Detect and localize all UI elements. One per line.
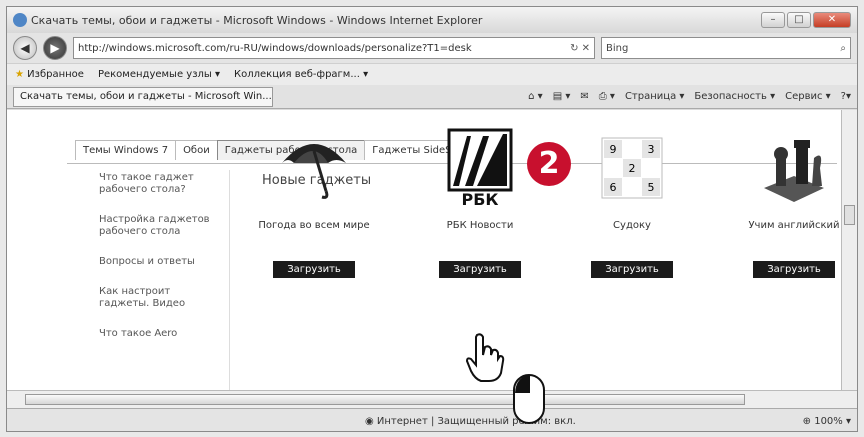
tab-bar: Скачать темы, обои и гаджеты - Microsoft… (7, 85, 857, 109)
vertical-scrollbar[interactable] (841, 110, 857, 390)
gadget-name: Учим английский (748, 220, 840, 231)
address-toolbar: ◀ ▶ http://windows.microsoft.com/ru-RU/w… (7, 33, 857, 63)
minimize-button[interactable]: – (761, 12, 785, 28)
download-button-english[interactable]: Загрузить (753, 261, 835, 278)
address-text: http://windows.microsoft.com/ru-RU/windo… (78, 42, 472, 54)
help-icon[interactable]: ?▾ (841, 91, 851, 102)
page-menu[interactable]: Страница ▾ (625, 91, 684, 102)
mail-icon[interactable]: ✉ (580, 91, 588, 102)
refresh-icon[interactable]: ↻ ✕ (564, 43, 590, 54)
suggested-sites-link[interactable]: Рекомендуемые узлы ▾ (98, 69, 220, 80)
sudoku-icon: 9 3 2 6 5 (557, 125, 707, 210)
forward-button[interactable]: ▶ (43, 36, 67, 60)
web-slice-gallery-link[interactable]: Коллекция веб-фрагм... ▾ (234, 69, 368, 80)
command-bar: ⌂ ▾ ▤ ▾ ✉ ⎙ ▾ Страница ▾ Безопасность ▾ … (528, 91, 851, 102)
star-icon: ★ (15, 69, 24, 80)
search-provider-text: Bing (606, 42, 629, 54)
side-nav-link-faq[interactable]: Вопросы и ответы (99, 256, 219, 268)
sudoku-digit: 9 (610, 143, 617, 156)
side-nav-link-what-is-gadget[interactable]: Что такое гаджет рабочего стола? (99, 172, 219, 196)
sudoku-digit: 6 (610, 181, 617, 194)
sudoku-digit: 2 (629, 162, 636, 175)
download-button-rbc[interactable]: Загрузить (439, 261, 521, 278)
chess-pieces-icon (719, 125, 857, 210)
gadget-name: Судоку (613, 220, 651, 231)
safety-menu[interactable]: Безопасность ▾ (694, 91, 775, 102)
browser-tab[interactable]: Скачать темы, обои и гаджеты - Microsoft… (13, 86, 273, 107)
address-field[interactable]: http://windows.microsoft.com/ru-RU/windo… (73, 37, 595, 59)
ie-icon (13, 13, 27, 27)
mouse-icon (513, 374, 545, 424)
side-nav: Что такое гаджет рабочего стола? Настрой… (99, 172, 219, 358)
feeds-icon[interactable]: ▤ ▾ (553, 91, 571, 102)
gadget-card-sudoku: 9 3 2 6 5 Судоку Загрузить (557, 125, 707, 278)
horizontal-scrollbar[interactable] (7, 390, 857, 408)
gadget-card-weather: Погода во всем мире Загрузить (239, 125, 389, 278)
status-bar: ◉ Интернет | Защищенный режим: вкл. ⊕ 10… (7, 408, 857, 431)
close-button[interactable]: ✕ (813, 12, 851, 28)
side-nav-link-video[interactable]: Как настроит гаджеты. Видео (99, 286, 219, 310)
favorites-bar: ★ Избранное Рекомендуемые узлы ▾ Коллекц… (7, 63, 857, 85)
rbc-logo-icon: РБК (405, 125, 555, 210)
tab-wallpapers[interactable]: Обои (175, 140, 218, 160)
search-icon[interactable]: ⌕ (840, 43, 846, 54)
browser-window: Скачать темы, обои и гаджеты - Microsoft… (6, 6, 858, 432)
home-icon[interactable]: ⌂ ▾ (528, 91, 543, 102)
hand-cursor-icon (465, 333, 505, 382)
gadget-card-rbc-news: РБК РБК Новости Загрузить (405, 125, 555, 278)
scroll-thumb[interactable] (844, 205, 855, 225)
search-field[interactable]: Bing ⌕ (601, 37, 851, 59)
print-icon[interactable]: ⎙ ▾ (599, 91, 615, 102)
favorites-button[interactable]: ★ Избранное (15, 69, 84, 80)
scroll-thumb[interactable] (25, 394, 745, 405)
zoom-control[interactable]: ⊕ 100% ▾ (803, 416, 851, 427)
divider (229, 170, 230, 390)
maximize-button[interactable]: □ (787, 12, 811, 28)
window-title: Скачать темы, обои и гаджеты - Microsoft… (31, 13, 483, 27)
rbc-logo-text: РБК (462, 190, 499, 208)
back-button[interactable]: ◀ (13, 36, 37, 60)
sudoku-digit: 3 (648, 143, 655, 156)
umbrella-icon (239, 125, 389, 210)
download-button-weather[interactable]: Загрузить (273, 261, 355, 278)
gadget-card-learn-english: Учим английский Загрузить (719, 125, 857, 278)
title-bar: Скачать темы, обои и гаджеты - Microsoft… (7, 7, 857, 33)
gadget-name: РБК Новости (446, 220, 514, 231)
side-nav-link-aero[interactable]: Что такое Aero (99, 328, 219, 340)
tools-menu[interactable]: Сервис ▾ (785, 91, 831, 102)
side-nav-link-setup[interactable]: Настройка гаджетов рабочего стола (99, 214, 219, 238)
sudoku-digit: 5 (648, 181, 655, 194)
tab-windows-themes[interactable]: Темы Windows 7 (75, 140, 177, 160)
gadget-name: Погода во всем мире (258, 220, 370, 231)
download-button-sudoku[interactable]: Загрузить (591, 261, 673, 278)
